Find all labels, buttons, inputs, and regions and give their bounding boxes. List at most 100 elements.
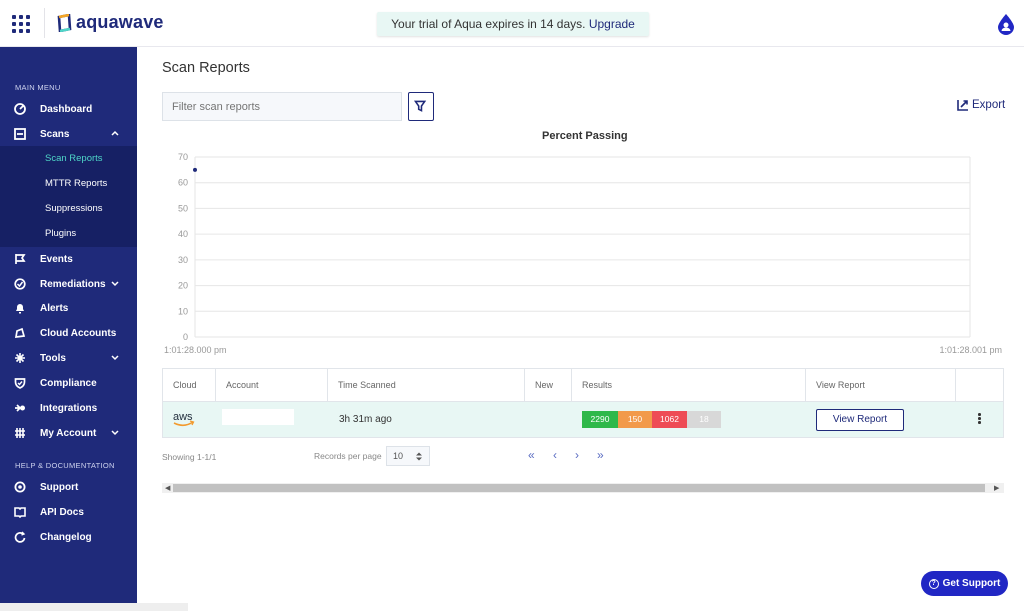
sidebar-subitem-suppressions[interactable]: Suppressions (45, 203, 103, 214)
next-page-button[interactable]: › (575, 448, 579, 462)
column-header-cloud[interactable]: Cloud (163, 369, 216, 402)
sidebar-item-compliance[interactable]: Compliance (0, 371, 137, 395)
sidebar-item-events[interactable]: Events (0, 247, 137, 271)
last-page-button[interactable]: » (597, 448, 604, 462)
status-bar (0, 603, 188, 611)
y-tick-label: 30 (178, 255, 188, 265)
chevron-down-icon (111, 430, 119, 436)
sidebar-item-label: Changelog (40, 531, 92, 543)
y-tick-label: 70 (178, 152, 188, 162)
sidebar-subitem-scan-reports[interactable]: Scan Reports (45, 153, 103, 164)
bell-icon (16, 304, 24, 314)
sidebar-item-dashboard[interactable]: Dashboard (0, 97, 137, 121)
sidebar-item-changelog[interactable]: Changelog (0, 525, 137, 549)
sidebar-item-support[interactable]: Support (0, 475, 137, 499)
showing-count: Showing 1-1/1 (162, 452, 217, 462)
trial-banner: Your trial of Aqua expires in 14 days. U… (377, 12, 649, 36)
sidebar-item-label: Remediations (40, 278, 106, 290)
main-menu-header: MAIN MENU (15, 83, 61, 92)
page-title: Scan Reports (162, 60, 250, 76)
sidebar-item-api-docs[interactable]: API Docs (0, 500, 137, 524)
filter-button[interactable] (408, 92, 434, 121)
sidebar-item-integrations[interactable]: Integrations (0, 396, 137, 420)
chart-title: Percent Passing (542, 130, 628, 142)
row-menu-icon[interactable] (978, 413, 982, 425)
y-tick-label: 50 (178, 203, 188, 213)
results-warn[interactable]: 150 (618, 411, 652, 428)
column-header-view-report[interactable]: View Report (806, 369, 956, 402)
get-support-button[interactable]: ? Get Support (921, 571, 1008, 596)
help-header: HELP & DOCUMENTATION (15, 461, 115, 470)
upgrade-link[interactable]: Upgrade (589, 17, 635, 31)
sidebar-item-label: Tools (40, 352, 66, 364)
sidebar-item-label: Alerts (40, 302, 69, 314)
sidebar-subitem-plugins[interactable]: Plugins (45, 228, 76, 239)
view-report-button[interactable]: View Report (816, 409, 904, 431)
flag-icon (15, 254, 26, 264)
column-header-new[interactable]: New (525, 369, 572, 402)
results-fail[interactable]: 1062 (652, 411, 687, 428)
sidebar-item-label: Cloud Accounts (40, 327, 117, 339)
column-header-time-scanned[interactable]: Time Scanned (328, 369, 525, 402)
sort-caret-icon (416, 452, 422, 461)
scroll-left-icon[interactable]: ◀ (165, 484, 170, 492)
sidebar-item-label: Scans (40, 128, 70, 140)
app-grid-icon[interactable] (12, 15, 30, 33)
data-point (193, 167, 197, 172)
export-icon (957, 100, 968, 111)
y-tick-label: 10 (178, 306, 188, 316)
column-header-account[interactable]: Account (216, 369, 328, 402)
gauge-icon (14, 103, 26, 115)
trial-text: Your trial of Aqua expires in 14 days. (391, 17, 586, 31)
user-drop-icon[interactable] (996, 13, 1016, 35)
divider (44, 8, 45, 38)
tools-icon (15, 353, 25, 363)
changelog-icon (14, 531, 26, 543)
sidebar-item-scans[interactable]: Scans (0, 122, 137, 146)
sidebar-item-cloud-accounts[interactable]: Cloud Accounts (0, 321, 137, 345)
help-icon: ? (928, 578, 939, 589)
export-label: Export (972, 99, 1006, 111)
sidebar-item-tools[interactable]: Tools (0, 346, 137, 370)
results-unknown[interactable]: 18 (687, 411, 721, 428)
scan-reports-table: Cloud Account Time Scanned New Results V… (162, 368, 1004, 438)
scroll-right-icon[interactable]: ▶ (994, 484, 999, 492)
sidebar-item-label: Support (40, 481, 79, 493)
chevron-down-icon (111, 281, 119, 287)
scans-submenu: Scan Reports MTTR Reports Suppressions P… (0, 146, 137, 247)
x-tick-label: 1:01:28.000 pm (164, 345, 227, 355)
filter-icon (413, 100, 427, 112)
scan-icon (14, 128, 26, 140)
filter-input[interactable] (162, 92, 402, 121)
sidebar-item-alerts[interactable]: Alerts (0, 296, 137, 320)
chevron-up-icon (111, 130, 119, 136)
chevron-down-icon (111, 355, 119, 361)
sidebar-item-label: Dashboard (40, 103, 93, 115)
sidebar-item-label: Compliance (40, 377, 97, 389)
export-button[interactable]: Export (957, 99, 1005, 111)
x-tick-label: 1:01:28.001 pm (939, 345, 1002, 355)
scrollbar-thumb[interactable] (173, 484, 985, 492)
logo-mark-icon (57, 13, 72, 32)
records-per-page-label: Records per page (314, 451, 382, 461)
cloud-icon (14, 327, 26, 338)
results-bar: 2290 150 1062 18 (582, 411, 721, 428)
remediation-icon (14, 278, 26, 290)
first-page-button[interactable]: « (528, 448, 535, 462)
support-icon (14, 481, 26, 493)
prev-page-button[interactable]: ‹ (553, 448, 557, 462)
table-header: Cloud Account Time Scanned New Results V… (163, 369, 1003, 402)
records-per-page-value: 10 (393, 451, 404, 461)
sidebar-item-my-account[interactable]: My Account (0, 421, 137, 445)
results-pass[interactable]: 2290 (582, 411, 618, 428)
account-cell (222, 409, 294, 425)
records-per-page-select[interactable]: 10 (386, 446, 430, 466)
integrations-icon (15, 404, 25, 412)
percent-passing-chart: 0 10 20 30 40 50 60 70 1:01:28.000 pm 1:01:28.001… (164, 152, 1002, 355)
table-row[interactable]: aws 3h 31m ago 2290 150 1062 18 View Rep… (163, 402, 1003, 437)
sidebar-item-remediations[interactable]: Remediations (0, 272, 137, 296)
horizontal-scrollbar[interactable]: ◀ ▶ (162, 483, 1004, 493)
brand-logo[interactable]: aquawave (57, 12, 164, 33)
column-header-results[interactable]: Results (572, 369, 806, 402)
sidebar-subitem-mttr-reports[interactable]: MTTR Reports (45, 178, 107, 189)
